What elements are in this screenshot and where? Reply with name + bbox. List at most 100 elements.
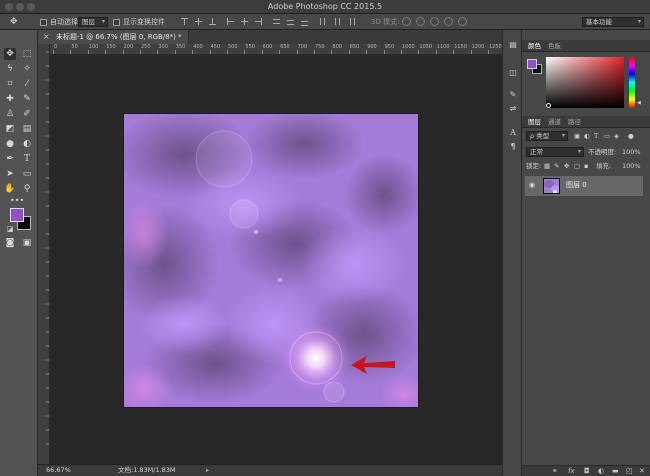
show-transform-checkbox[interactable]: 显示变换控件 [113, 17, 165, 27]
eyedropper-tool-icon[interactable]: ⁄ [21, 78, 33, 90]
opacity-value[interactable]: 100% [622, 146, 641, 158]
ruler-tick-label: 800 [332, 44, 342, 50]
distribute-hcenter-icon[interactable] [332, 17, 341, 26]
more-tools-icon[interactable]: ••• [10, 195, 24, 207]
shape-tool-icon[interactable]: ▭ [21, 168, 33, 180]
filter-type-icon[interactable]: T [594, 130, 598, 142]
minimize-window-icon[interactable] [16, 3, 24, 11]
filter-smart-object-icon[interactable]: ◈ [614, 130, 619, 142]
layer-filter-dropdown[interactable]: ρ 类型 [526, 131, 568, 141]
distribute-bottom-icon[interactable] [300, 17, 309, 26]
link-layers-icon[interactable]: ⚭ [552, 467, 558, 475]
add-mask-icon[interactable]: ◘ [584, 467, 590, 475]
lock-position-icon[interactable]: ✥ [564, 160, 569, 172]
workspace-dropdown[interactable]: 基本功能 [582, 17, 644, 27]
lock-all-icon[interactable]: ▪ [584, 160, 588, 172]
align-bottom-icon[interactable] [208, 17, 217, 26]
color-picker-handle[interactable] [546, 103, 551, 108]
healing-tool-icon[interactable]: ✚ [4, 93, 16, 105]
paragraph-panel-icon[interactable]: ¶ [508, 142, 518, 152]
pen-tool-icon[interactable]: ✒ [4, 153, 16, 165]
color-spectrum-field[interactable] [546, 57, 624, 108]
brush-tool-icon[interactable]: ✎ [21, 93, 33, 105]
blur-tool-icon[interactable]: ● [4, 138, 16, 150]
close-window-icon[interactable] [5, 3, 13, 11]
hue-slider[interactable] [629, 57, 635, 108]
properties-panel-icon[interactable]: ◫ [508, 68, 518, 78]
brush-panel-icon[interactable]: ✎ [508, 90, 518, 100]
close-tab-icon[interactable]: × [43, 30, 50, 44]
filter-toggle-icon[interactable]: ● [628, 130, 634, 142]
align-top-icon[interactable] [180, 17, 189, 26]
character-panel-icon[interactable]: A [508, 128, 518, 138]
distribute-left-icon[interactable] [318, 17, 327, 26]
adjustment-layer-icon[interactable]: ◐ [598, 467, 604, 475]
3d-roll-icon[interactable] [416, 17, 425, 26]
align-vcenter-icon[interactable] [194, 17, 203, 26]
history-panel-icon[interactable]: ▤ [508, 40, 518, 50]
lock-image-icon[interactable]: ✎ [554, 160, 559, 172]
zoom-level[interactable]: 66.67% [46, 465, 71, 476]
filter-pixel-icon[interactable]: ▣ [574, 130, 580, 142]
tab-paths[interactable]: 路径 [568, 116, 581, 128]
new-layer-icon[interactable]: ◰ [626, 467, 633, 475]
status-menu-icon[interactable]: ▸ [206, 465, 209, 476]
history-brush-tool-icon[interactable]: ✐ [21, 108, 33, 120]
distribute-right-icon[interactable] [346, 17, 355, 26]
trash-icon[interactable]: ✕ [639, 467, 645, 475]
hue-slider-handle-icon[interactable]: ◀ [637, 100, 641, 106]
screen-mode-icon[interactable]: ▣ [21, 237, 33, 249]
hand-tool-icon[interactable]: ✋ [4, 183, 16, 195]
color-panel-foreground-swatch[interactable] [527, 59, 537, 69]
layer-name[interactable]: 图层 0 [566, 180, 587, 190]
align-right-icon[interactable] [254, 17, 263, 26]
align-hcenter-icon[interactable] [240, 17, 249, 26]
dodge-tool-icon[interactable]: ◐ [21, 138, 33, 150]
ruler-tick-mark [261, 50, 263, 54]
3d-rotate-icon[interactable] [402, 17, 411, 26]
lock-artboard-icon[interactable]: ▢ [574, 160, 580, 172]
clone-stamp-tool-icon[interactable]: ♙ [4, 108, 16, 120]
tab-channels[interactable]: 通道 [548, 116, 561, 128]
marquee-tool-icon[interactable]: ⬚ [21, 48, 33, 60]
fill-value[interactable]: 100% [622, 160, 641, 172]
layer-row[interactable]: ◉ 图层 0 [525, 176, 643, 196]
quick-mask-icon[interactable]: ◙ [4, 237, 16, 249]
default-colors-icon[interactable]: ◪ [4, 223, 16, 235]
crop-tool-icon[interactable]: ⌗ [4, 78, 16, 90]
new-group-icon[interactable]: ▬ [612, 467, 619, 475]
distribute-top-icon[interactable] [272, 17, 281, 26]
zoom-tool-icon[interactable]: ⚲ [21, 183, 33, 195]
blend-mode-dropdown[interactable]: 正常 [526, 147, 584, 157]
tab-color[interactable]: 颜色 [528, 40, 541, 52]
zoom-window-icon[interactable] [27, 3, 35, 11]
lasso-tool-icon[interactable]: ϟ [4, 63, 16, 75]
3d-pan-icon[interactable] [430, 17, 439, 26]
layer-visibility-eye-icon[interactable]: ◉ [529, 181, 535, 189]
fx-icon[interactable]: fx [568, 467, 575, 475]
auto-select-checkbox[interactable]: 自动选择: [40, 17, 80, 27]
vertical-ruler[interactable] [38, 44, 50, 464]
adjustments-panel-icon[interactable]: ⇌ [508, 104, 518, 114]
lock-transparent-icon[interactable]: ▦ [544, 160, 550, 172]
eraser-tool-icon[interactable]: ◩ [4, 123, 16, 135]
gradient-tool-icon[interactable]: ▤ [21, 123, 33, 135]
distribute-vcenter-icon[interactable] [286, 17, 295, 26]
filter-adjustment-icon[interactable]: ◐ [584, 130, 590, 142]
type-tool-icon[interactable]: T [21, 153, 33, 165]
move-tool-icon[interactable]: ✥ [10, 17, 18, 27]
move-tool-icon[interactable]: ✥ [4, 48, 16, 60]
magic-wand-tool-icon[interactable]: ✧ [21, 63, 33, 75]
horizontal-ruler[interactable]: 0 50 100 150 200 250 300 350 400 450 500 550 600 650 7… [50, 44, 502, 55]
3d-scale-icon[interactable] [458, 17, 467, 26]
filter-shape-icon[interactable]: ▭ [604, 130, 610, 142]
foreground-color-swatch[interactable] [10, 208, 24, 222]
3d-slide-icon[interactable] [444, 17, 453, 26]
path-select-tool-icon[interactable]: ➤ [4, 168, 16, 180]
document-tab[interactable]: × 未标题-1 @ 66.7% (图层 0, RGB/8*) * [38, 30, 189, 44]
auto-select-dropdown[interactable]: 图层 [78, 17, 108, 27]
canvas-area[interactable] [50, 55, 502, 464]
align-left-icon[interactable] [226, 17, 235, 26]
tab-swatches[interactable]: 色板 [548, 40, 561, 52]
tab-layers[interactable]: 图层 [528, 116, 541, 128]
